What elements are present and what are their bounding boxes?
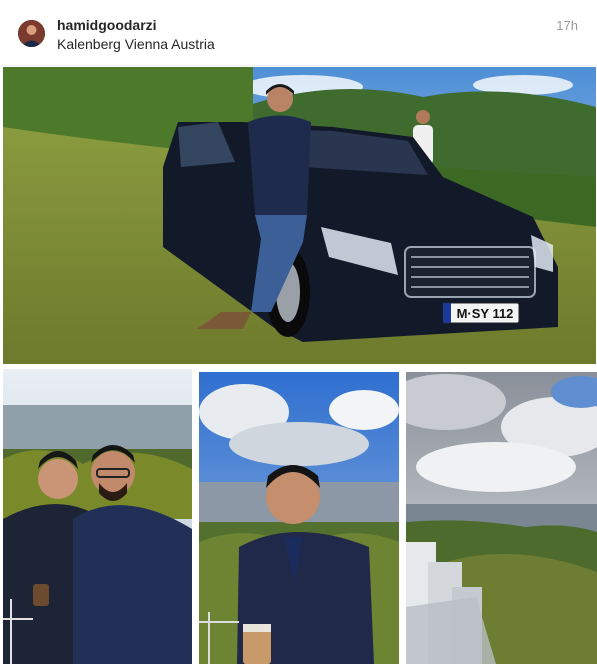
avatar-image <box>18 20 45 47</box>
license-plate: M·SY 112 <box>442 302 520 324</box>
photo-two-men-selfie-image <box>3 369 192 664</box>
post-header: hamidgoodarzi Kalenberg Vienna Austria 1… <box>0 0 597 66</box>
avatar[interactable] <box>18 20 45 47</box>
photo-car-hillside-image: M·SY 112 <box>3 67 596 364</box>
photo-car-hillside[interactable]: M·SY 112 <box>3 67 596 364</box>
photo-man-with-coffee-image <box>199 372 399 664</box>
coffee-cup <box>243 624 271 664</box>
photo-cloudy-city-view-image <box>406 372 597 664</box>
photo-cloudy-city-view[interactable] <box>406 372 597 664</box>
license-plate-text: M·SY 112 <box>457 306 514 321</box>
photo-two-men-selfie[interactable] <box>3 369 192 664</box>
location-link[interactable]: Kalenberg Vienna Austria <box>57 36 215 52</box>
instagram-post: hamidgoodarzi Kalenberg Vienna Austria 1… <box>0 0 597 664</box>
photo-man-with-coffee[interactable] <box>199 372 399 664</box>
username-link[interactable]: hamidgoodarzi <box>57 17 157 33</box>
post-timestamp[interactable]: 17h <box>556 18 578 33</box>
